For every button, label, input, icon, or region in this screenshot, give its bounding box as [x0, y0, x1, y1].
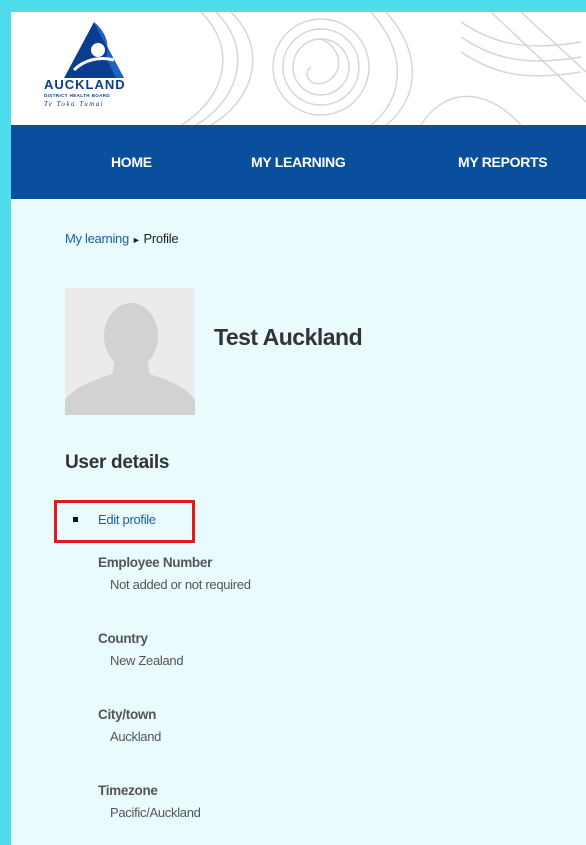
detail-value: Pacific/Auckland: [110, 805, 201, 820]
detail-country: Country New Zealand: [98, 631, 184, 668]
logo-subtitle: DISTRICT HEALTH BOARD: [44, 93, 111, 98]
user-full-name: Test Auckland: [214, 324, 363, 350]
default-user-avatar-icon: [65, 288, 195, 415]
koru-pattern-decoration: [180, 12, 586, 125]
detail-label: Timezone: [98, 783, 158, 798]
breadcrumb-current: Profile: [143, 231, 179, 246]
breadcrumb: My learning ► Profile: [65, 231, 179, 246]
detail-label: Employee Number: [98, 555, 213, 570]
breadcrumb-separator: ►: [131, 235, 141, 245]
breadcrumb-my-learning[interactable]: My learning: [65, 231, 129, 246]
logo-title: AUCKLAND: [44, 77, 126, 92]
nav-my-reports[interactable]: MY REPORTS: [458, 125, 548, 199]
detail-label: City/town: [98, 707, 157, 722]
section-title-user-details: User details: [65, 452, 170, 473]
avatar: [65, 288, 195, 415]
auckland-dhb-logo[interactable]: AUCKLAND DISTRICT HEALTH BOARD Te Toka T…: [44, 20, 159, 120]
edit-profile-link[interactable]: Edit profile: [98, 512, 156, 527]
nav-my-learning[interactable]: MY LEARNING: [251, 125, 346, 199]
detail-timezone: Timezone Pacific/Auckland: [98, 783, 201, 820]
list-bullet: [73, 517, 78, 522]
logo-tagline: Te Toka Tumai: [44, 100, 105, 108]
header-banner: AUCKLAND DISTRICT HEALTH BOARD Te Toka T…: [11, 12, 586, 125]
nav-home[interactable]: HOME: [111, 125, 152, 199]
main-nav: HOME MY LEARNING MY REPORTS: [11, 125, 586, 199]
detail-value: Auckland: [110, 729, 162, 744]
detail-value: Not added or not required: [110, 577, 251, 592]
logo-mark-icon: [64, 22, 124, 78]
detail-label: Country: [98, 631, 148, 646]
detail-value: New Zealand: [110, 653, 184, 668]
page-frame: AUCKLAND DISTRICT HEALTH BOARD Te Toka T…: [11, 12, 586, 845]
detail-employee-number: Employee Number Not added or not require…: [98, 555, 251, 592]
detail-city-town: City/town Auckland: [98, 707, 161, 744]
